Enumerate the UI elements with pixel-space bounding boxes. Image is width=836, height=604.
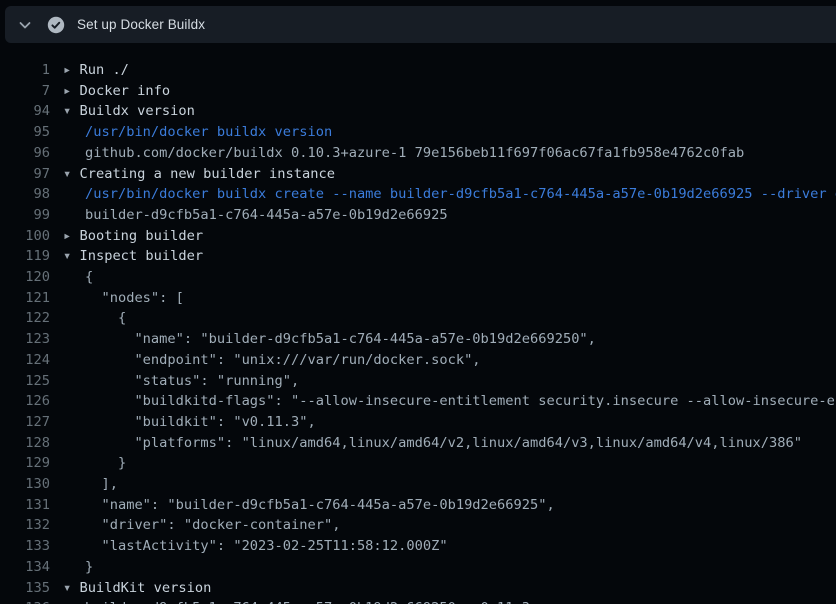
log-line: 7 ▸ Docker info [0,81,836,102]
line-number[interactable]: 123 [0,329,50,350]
line-number[interactable]: 99 [0,205,50,226]
log-text: "status": "running", [50,371,299,392]
group-title[interactable]: ▸ Run ./ [50,60,129,81]
log-body: 1 ▸ Run ./ 7 ▸ Docker info 94 ▾ Buildx v… [0,43,836,604]
log-line: 95 /usr/bin/docker buildx version [0,122,836,143]
log-line: 97 ▾ Creating a new builder instance [0,164,836,185]
log-text: { [50,267,93,288]
line-number[interactable]: 134 [0,557,50,578]
line-number[interactable]: 133 [0,536,50,557]
log-text: } [50,453,126,474]
line-number[interactable]: 100 [0,226,50,247]
group-title[interactable]: ▸ Docker info [50,81,170,102]
log-text: github.com/docker/buildx 0.10.3+azure-1 … [50,143,744,164]
line-number[interactable]: 97 [0,164,50,185]
log-line: 133 "lastActivity": "2023-02-25T11:58:12… [0,536,836,557]
log-line: 120 { [0,267,836,288]
line-number[interactable]: 94 [0,101,50,122]
log-line: 99 builder-d9cfb5a1-c764-445a-a57e-0b19d… [0,205,836,226]
step-header[interactable]: Set up Docker Buildx [5,6,836,43]
group-title[interactable]: ▾ Creating a new builder instance [50,164,335,185]
log-text: "name": "builder-d9cfb5a1-c764-445a-a57e… [50,495,555,516]
log-line: 131 "name": "builder-d9cfb5a1-c764-445a-… [0,495,836,516]
step-title: Set up Docker Buildx [77,17,205,32]
log-line: 100 ▸ Booting builder [0,226,836,247]
log-line: 134 } [0,557,836,578]
log-line: 135 ▾ BuildKit version [0,578,836,599]
log-text: builder-d9cfb5a1-c764-445a-a57e-0b19d2e6… [50,598,530,604]
line-number[interactable]: 126 [0,391,50,412]
log-text: "driver": "docker-container", [50,515,340,536]
log-text: "buildkit": "v0.11.3", [50,412,316,433]
log-text: "buildkitd-flags": "--allow-insecure-ent… [50,391,836,412]
log-line: 125 "status": "running", [0,371,836,392]
log-line: 122 { [0,308,836,329]
log-line: 94 ▾ Buildx version [0,101,836,122]
log-text: "lastActivity": "2023-02-25T11:58:12.000… [50,536,448,557]
log-text: /usr/bin/docker buildx version [50,122,332,143]
triangle-down-icon[interactable]: ▾ [63,103,79,119]
line-number[interactable]: 98 [0,184,50,205]
log-line: 136 builder-d9cfb5a1-c764-445a-a57e-0b19… [0,598,836,604]
line-number[interactable]: 135 [0,578,50,599]
line-number[interactable]: 124 [0,350,50,371]
line-number[interactable]: 130 [0,474,50,495]
log-line: 130 ], [0,474,836,495]
log-line: 128 "platforms": "linux/amd64,linux/amd6… [0,433,836,454]
log-line: 129 } [0,453,836,474]
check-circle-icon [47,16,65,34]
log-text: "endpoint": "unix:///var/run/docker.sock… [50,350,481,371]
group-title[interactable]: ▸ Booting builder [50,226,203,247]
group-title[interactable]: ▾ Inspect builder [50,246,203,267]
line-number[interactable]: 127 [0,412,50,433]
log-text: { [50,308,126,329]
log-text: ], [50,474,118,495]
line-number[interactable]: 96 [0,143,50,164]
log-line: 123 "name": "builder-d9cfb5a1-c764-445a-… [0,329,836,350]
line-number[interactable]: 120 [0,267,50,288]
log-text: builder-d9cfb5a1-c764-445a-a57e-0b19d2e6… [50,205,448,226]
log-line: 124 "endpoint": "unix:///var/run/docker.… [0,350,836,371]
line-number[interactable]: 95 [0,122,50,143]
log-text: "name": "builder-d9cfb5a1-c764-445a-a57e… [50,329,596,350]
log-line: 132 "driver": "docker-container", [0,515,836,536]
triangle-down-icon[interactable]: ▾ [63,248,79,264]
line-number[interactable]: 129 [0,453,50,474]
line-number[interactable]: 122 [0,308,50,329]
log-line: 1 ▸ Run ./ [0,60,836,81]
line-number[interactable]: 119 [0,246,50,267]
log-line: 98 /usr/bin/docker buildx create --name … [0,184,836,205]
log-text: "platforms": "linux/amd64,linux/amd64/v2… [50,433,802,454]
triangle-down-icon[interactable]: ▾ [63,166,79,182]
log-line: 119 ▾ Inspect builder [0,246,836,267]
line-number[interactable]: 121 [0,288,50,309]
line-number[interactable]: 7 [0,81,50,102]
line-number[interactable]: 132 [0,515,50,536]
log-line: 121 "nodes": [ [0,288,836,309]
line-number[interactable]: 136 [0,598,50,604]
actions-log-viewer: Set up Docker Buildx 1 ▸ Run ./ 7 ▸ Dock… [0,0,836,604]
log-line: 127 "buildkit": "v0.11.3", [0,412,836,433]
triangle-down-icon[interactable]: ▾ [63,580,79,596]
log-text: } [50,557,93,578]
line-number[interactable]: 125 [0,371,50,392]
log-line: 96 github.com/docker/buildx 0.10.3+azure… [0,143,836,164]
triangle-right-icon[interactable]: ▸ [63,228,79,244]
group-title[interactable]: ▾ BuildKit version [50,578,211,599]
chevron-down-icon[interactable] [17,17,33,33]
log-line: 126 "buildkitd-flags": "--allow-insecure… [0,391,836,412]
triangle-right-icon[interactable]: ▸ [63,83,79,99]
line-number[interactable]: 128 [0,433,50,454]
log-text: /usr/bin/docker buildx create --name bui… [50,184,836,205]
group-title[interactable]: ▾ Buildx version [50,101,195,122]
line-number[interactable]: 131 [0,495,50,516]
triangle-right-icon[interactable]: ▸ [63,62,79,78]
log-text: "nodes": [ [50,288,184,309]
line-number[interactable]: 1 [0,60,50,81]
